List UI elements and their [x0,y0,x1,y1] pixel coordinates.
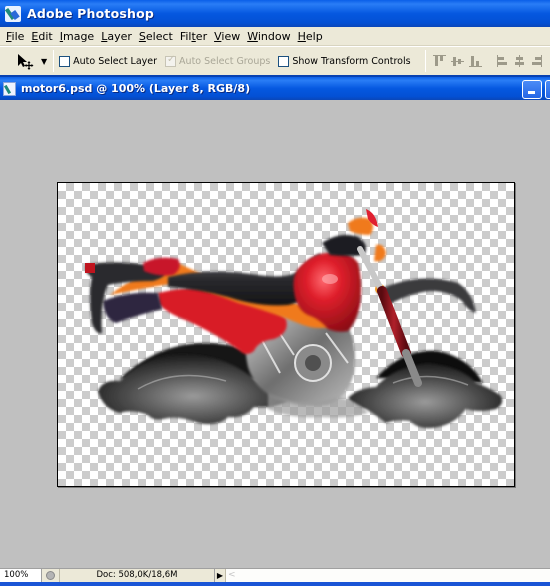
menu-mnemonic: W [247,29,258,43]
status-info-icon[interactable] [42,569,60,582]
document-title-bar[interactable]: motor6.psd @ 100% (Layer 8, RGB/8) [0,75,550,100]
menu-file[interactable]: File [4,30,29,43]
checkbox-box [165,54,177,67]
options-bar: ▼ Auto Select Layer Auto Select Groups S… [0,46,550,75]
checkbox-box[interactable] [278,55,290,67]
menu-label-part: er [195,29,208,43]
zoom-level-field[interactable]: 100% [0,569,42,582]
app-title: Adobe Photoshop [27,6,155,21]
title-bar: Adobe Photoshop [0,0,550,27]
checkbox-label: Auto Select Layer [73,55,158,67]
horizontal-scrollbar[interactable]: < [226,569,550,582]
window-bottom-border [0,582,550,586]
status-menu-arrow-icon[interactable]: ▶ [215,569,226,582]
document-title: motor6.psd @ 100% (Layer 8, RGB/8) [21,82,251,95]
move-tool-icon [18,54,34,70]
align-horizontal-centers-icon[interactable] [513,55,526,67]
menu-label-part: Fil [179,29,192,43]
document-workspace [0,100,550,568]
menu-mnemonic: S [138,29,146,43]
document-size-info: Doc: 508,0K/18,6M [60,569,215,582]
tank-highlight [322,274,338,284]
menu-mnemonic: H [297,29,306,43]
image-canvas[interactable] [57,182,515,487]
checkbox-box[interactable] [59,55,71,67]
status-bar: 100% Doc: 508,0K/18,6M ▶ < [0,568,550,582]
menu-label-part: iew [221,29,241,43]
menu-label-part: elp [305,29,323,43]
menu-label-part: mage [62,29,95,43]
menu-layer[interactable]: Layer [99,30,137,43]
align-top-edges-icon[interactable] [433,55,447,67]
menu-label-part: ile [11,29,25,43]
align-bottom-edges-icon[interactable] [469,55,483,67]
menu-select[interactable]: Select [137,30,178,43]
auto-select-layer-checkbox[interactable]: Auto Select Layer [59,55,158,67]
toolbar-separator [424,50,426,72]
scroll-left-icon[interactable]: < [228,569,236,582]
maximize-button[interactable] [545,80,550,99]
chevron-down-icon[interactable]: ▼ [41,57,47,66]
menu-window[interactable]: Window [245,30,295,43]
front-wheel [348,350,503,429]
checkbox-label: Auto Select Groups [179,55,271,67]
auto-select-groups-checkbox: Auto Select Groups [165,54,271,67]
menu-edit[interactable]: Edit [29,30,57,43]
exhaust-pipe [103,292,162,323]
checkbox-label: Show Transform Controls [292,55,411,67]
show-transform-controls-checkbox[interactable]: Show Transform Controls [278,55,411,67]
align-buttons [431,55,547,67]
front-fork [357,246,422,387]
menu-label-part: elect [145,29,173,43]
align-right-edges-icon[interactable] [531,55,544,67]
document-icon[interactable] [3,81,16,96]
menu-view[interactable]: View [212,30,245,43]
menu-image[interactable]: Image [58,30,99,43]
menu-label-part: indow [257,29,291,43]
motorcycle-artwork [85,209,503,429]
menu-label-part: dit [38,29,53,43]
menu-bar: File Edit Image Layer Select Filter View Window… [0,27,550,46]
menu-filter[interactable]: Filter [178,30,212,43]
menu-help[interactable]: Help [296,30,328,43]
photoshop-feather-icon[interactable] [5,5,21,22]
toolbar-separator [53,50,55,72]
photoshop-window: Adobe Photoshop File Edit Image Layer Select… [0,0,550,586]
taillight [85,263,95,273]
align-vertical-centers-icon[interactable] [451,55,465,67]
align-left-edges-icon[interactable] [495,55,508,67]
tool-preset-picker[interactable]: ▼ [15,50,47,72]
minimize-button[interactable] [522,80,542,99]
menu-label-part: ayer [107,29,132,43]
